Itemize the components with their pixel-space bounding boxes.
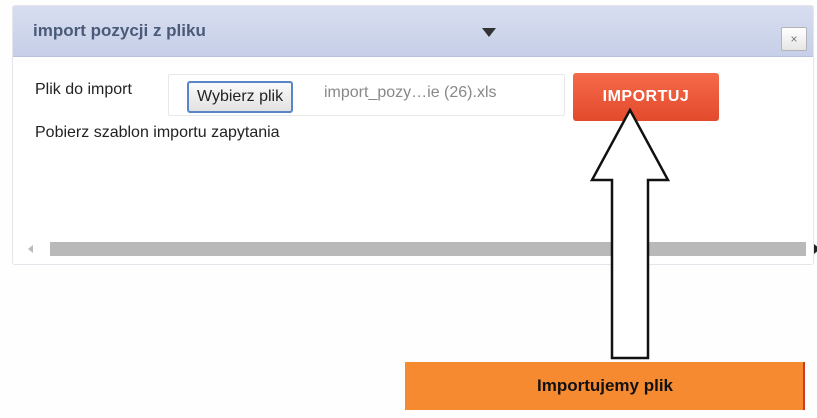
dialog-title: import pozycji z pliku bbox=[33, 21, 206, 40]
arrow-left-icon[interactable] bbox=[28, 245, 33, 253]
file-label: Plik do import bbox=[35, 81, 132, 98]
callout-box: Importujemy plik bbox=[405, 362, 805, 410]
triangle-down-icon bbox=[482, 28, 496, 37]
download-template-link[interactable]: Pobierz szablon importu zapytania bbox=[35, 124, 280, 142]
scrollbar-thumb[interactable] bbox=[50, 242, 806, 256]
import-dialog: import pozycji z pliku × Plik do import … bbox=[12, 5, 817, 265]
choose-file-button[interactable]: Wybierz plik bbox=[187, 81, 294, 113]
arrow-up-icon bbox=[590, 108, 670, 360]
close-button[interactable]: × bbox=[781, 27, 807, 51]
dialog-titlebar: import pozycji z pliku × bbox=[13, 6, 813, 57]
selected-file-name: import_pozy…ie (26).xls bbox=[324, 84, 497, 101]
close-icon: × bbox=[790, 32, 798, 46]
horizontal-scrollbar[interactable] bbox=[28, 242, 817, 256]
file-input[interactable]: Wybierz plik import_pozy…ie (26).xls bbox=[168, 74, 565, 116]
callout-edge bbox=[803, 362, 805, 410]
